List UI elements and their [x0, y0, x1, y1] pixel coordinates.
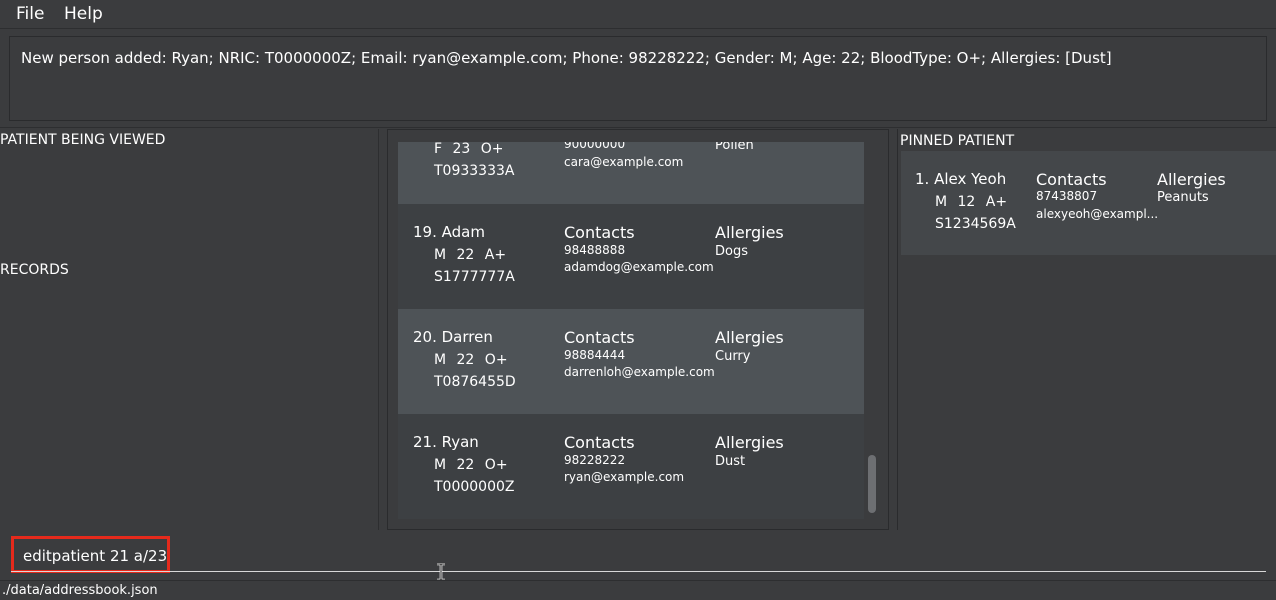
patient-gender-age-blood: M 22 O+ — [434, 352, 508, 368]
text-cursor-icon — [437, 563, 445, 581]
result-display-panel: New person added: Ryan; NRIC: T0000000Z;… — [0, 29, 1276, 128]
patient-allergies: Peanuts — [1157, 190, 1209, 205]
contacts-header: Contacts — [1036, 170, 1107, 189]
allergies-header: Allergies — [1157, 170, 1226, 189]
patient-allergies: Dogs — [715, 244, 748, 259]
patient-card[interactable]: 20. Darren M 22 O+ T0876455D Contacts 98… — [398, 309, 864, 414]
list-scrollbar[interactable] — [868, 455, 876, 513]
patient-email: alexyeoh@exampl... — [1036, 207, 1159, 221]
allergies-header: Allergies — [715, 223, 784, 242]
patient-phone: 98488888 — [564, 243, 626, 257]
patient-phone: 90000000 — [564, 142, 626, 151]
patient-email: ryan@example.com — [564, 470, 685, 484]
patient-nric: T0000000Z — [434, 479, 515, 495]
patient-allergies: Curry — [715, 349, 751, 364]
patient-nric: T0933333A — [434, 163, 515, 179]
patient-viewed-panel: PATIENT BEING VIEWED RECORDS — [0, 129, 379, 530]
patient-nric: S1234569A — [935, 216, 1016, 232]
pinned-patient-label: PINNED PATIENT — [900, 133, 1015, 149]
patient-email: cara@example.com — [564, 155, 684, 169]
save-location: ./data/addressbook.json — [2, 583, 158, 598]
result-message: New person added: Ryan; NRIC: T0000000Z;… — [21, 49, 1112, 67]
command-input-value: editpatient 21 a/23 — [23, 547, 168, 565]
result-display[interactable]: New person added: Ryan; NRIC: T0000000Z;… — [9, 36, 1267, 121]
patient-name: 1. Alex Yeoh — [915, 170, 1007, 188]
records-label: RECORDS — [0, 262, 69, 278]
patient-allergies: Pollen — [715, 142, 754, 153]
patient-phone: 98228222 — [564, 453, 626, 467]
contacts-header: Contacts — [564, 223, 635, 242]
patient-email: adamdog@example.com — [564, 260, 714, 274]
patient-list[interactable]: F 23 O+ T0933333A 90000000 cara@example.… — [398, 142, 864, 519]
command-input-underline — [11, 571, 1266, 572]
menu-bar: File Help — [0, 0, 1276, 29]
patient-name: 19. Adam — [413, 223, 485, 241]
menu-file[interactable]: File — [16, 4, 44, 24]
patient-gender-age-blood: M 12 A+ — [935, 194, 1008, 210]
patient-name: 20. Darren — [413, 328, 493, 346]
patient-card[interactable]: F 23 O+ T0933333A 90000000 cara@example.… — [398, 142, 864, 204]
patient-nric: S1777777A — [434, 269, 515, 285]
patient-card[interactable]: 21. Ryan M 22 O+ T0000000Z Contacts 9822… — [398, 414, 864, 519]
patient-name: 21. Ryan — [413, 433, 479, 451]
patient-being-viewed-label: PATIENT BEING VIEWED — [0, 132, 166, 148]
contacts-header: Contacts — [564, 433, 635, 452]
patient-card[interactable]: 19. Adam M 22 A+ S1777777A Contacts 9848… — [398, 204, 864, 309]
contacts-header: Contacts — [564, 328, 635, 347]
patient-phone: 87438807 — [1036, 189, 1098, 203]
pinned-patient-panel: PINNED PATIENT 1. Alex Yeoh M 12 A+ S123… — [897, 129, 1276, 530]
patient-gender-age-blood: M 22 O+ — [434, 457, 508, 473]
menu-help[interactable]: Help — [64, 4, 103, 24]
patient-gender-age-blood: F 23 O+ — [434, 142, 504, 157]
patient-gender-age-blood: M 22 A+ — [434, 247, 507, 263]
allergies-header: Allergies — [715, 328, 784, 347]
patient-list-panel: F 23 O+ T0933333A 90000000 cara@example.… — [387, 129, 889, 530]
command-input[interactable]: editpatient 21 a/23 — [11, 536, 170, 573]
status-bar: ./data/addressbook.json — [0, 580, 1276, 600]
allergies-header: Allergies — [715, 433, 784, 452]
patient-email: darrenloh@example.com — [564, 365, 715, 379]
patient-phone: 98884444 — [564, 348, 626, 362]
command-box-area: editpatient 21 a/23 — [0, 530, 1276, 578]
patient-nric: T0876455D — [434, 374, 516, 390]
patient-allergies: Dust — [715, 454, 746, 469]
pinned-patient-card[interactable]: 1. Alex Yeoh M 12 A+ S1234569A Contacts … — [901, 151, 1276, 255]
